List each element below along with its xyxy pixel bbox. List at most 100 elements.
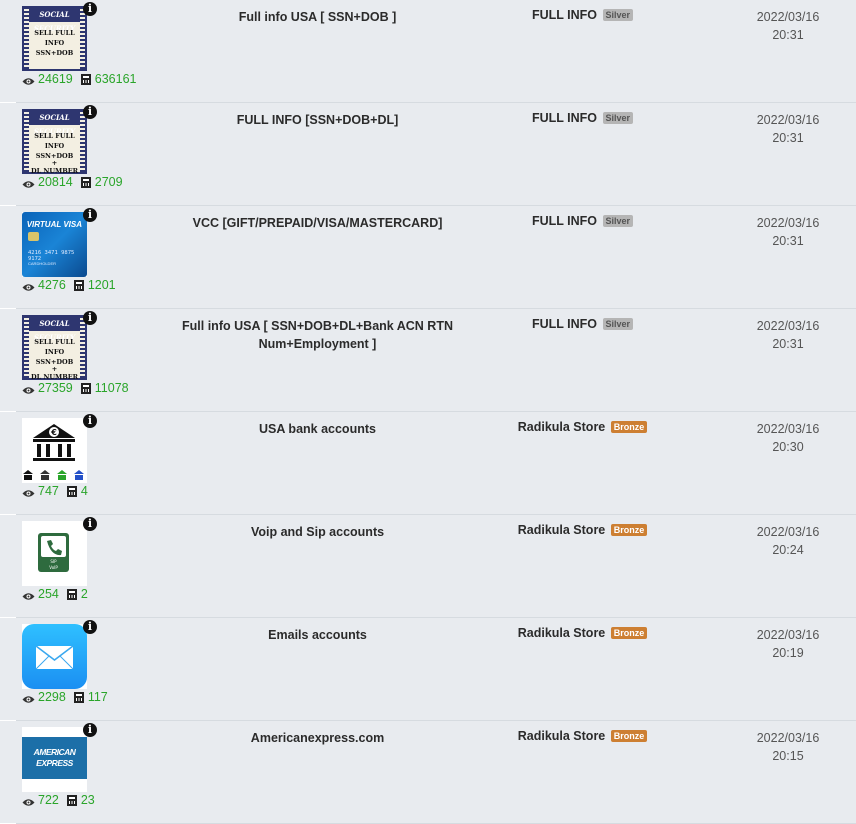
listing-date-time: 20:19: [772, 646, 804, 660]
product-thumbnail[interactable]: SIP VoIP: [22, 521, 87, 586]
svg-text:SIP: SIP: [50, 559, 57, 564]
seller-level-badge: Silver: [602, 318, 634, 330]
listing-date-time: 20:31: [772, 28, 804, 42]
seller-level-badge: Silver: [602, 112, 634, 124]
product-thumbnail[interactable]: AMERICAN EXPRESS: [22, 727, 87, 792]
listing-date-day: 2022/03/16: [756, 113, 820, 127]
card-header: SOCIAL SECURITY: [24, 317, 85, 342]
product-row[interactable]: € i 747 4 USA bank accounts Radikula Sto…: [0, 412, 856, 515]
product-title[interactable]: Full info USA [ SSN+DOB+DL+Bank ACN RTN …: [180, 317, 455, 353]
product-title[interactable]: Full info USA [ SSN+DOB ]: [180, 8, 455, 26]
chip-icon: [28, 232, 39, 241]
product-stats: 2298 117: [22, 690, 108, 704]
product-thumbnail[interactable]: SOCIAL SECURITY SELL FULL INFO SSN+DOB +…: [22, 109, 87, 174]
view-count: 20814: [38, 175, 73, 189]
info-icon[interactable]: i: [83, 311, 97, 325]
stock-count: 2709: [94, 175, 123, 189]
calculator-icon: [80, 176, 91, 188]
product-title[interactable]: Emails accounts: [180, 626, 455, 644]
product-stats: 747 4: [22, 484, 88, 498]
seller-name[interactable]: FULL INFO: [532, 8, 597, 22]
product-title[interactable]: Voip and Sip accounts: [180, 523, 455, 541]
product-title[interactable]: USA bank accounts: [180, 420, 455, 438]
bank-icon: €: [22, 418, 87, 483]
product-title[interactable]: Americanexpress.com: [180, 729, 455, 747]
product-thumbnail[interactable]: [22, 624, 87, 689]
product-thumbnail[interactable]: €: [22, 418, 87, 483]
listing-date-time: 20:30: [772, 440, 804, 454]
listing-date-day: 2022/03/16: [756, 422, 820, 436]
product-row[interactable]: SOCIAL SECURITY SELL FULL INFO SSN+DOB +…: [0, 103, 856, 206]
seller-name[interactable]: FULL INFO: [532, 317, 597, 331]
seller-info: FULL INFO Silver: [470, 8, 695, 22]
listing-date-day: 2022/03/16: [756, 731, 820, 745]
product-title[interactable]: FULL INFO [SSN+DOB+DL]: [180, 111, 455, 129]
product-thumbnail[interactable]: SOCIAL SECURITY SELL FULL INFO SSN+DOB +…: [22, 315, 87, 380]
seller-name[interactable]: FULL INFO: [532, 111, 597, 125]
social-security-card-image: SOCIAL SECURITY SELL FULL INFO SSN+DOB +…: [22, 315, 87, 380]
seller-level-badge: Bronze: [610, 627, 648, 639]
seller-info: FULL INFO Silver: [470, 317, 695, 331]
product-row[interactable]: SOCIAL SECURITY SELL FULL INFO SSN+DOB i…: [0, 0, 856, 103]
view-count: 27359: [38, 381, 73, 395]
product-title[interactable]: VCC [GIFT/PREPAID/VISA/MASTERCARD]: [180, 214, 455, 232]
voip-phone-icon: SIP VoIP: [22, 521, 87, 586]
card-text: SELL FULL INFO SSN+DOB + DL NUMBER: [30, 132, 79, 174]
american-express-logo: AMERICAN EXPRESS: [22, 727, 87, 792]
calculator-icon: [73, 279, 84, 291]
listing-date-time: 20:15: [772, 749, 804, 763]
eye-icon: [22, 75, 35, 85]
calculator-icon: [73, 691, 84, 703]
seller-level-badge: Bronze: [610, 730, 648, 742]
seller-level-badge: Bronze: [610, 524, 648, 536]
listing-date-time: 20:24: [772, 543, 804, 557]
product-thumbnail[interactable]: SOCIAL SECURITY SELL FULL INFO SSN+DOB: [22, 6, 87, 71]
seller-name[interactable]: Radikula Store: [518, 626, 606, 640]
info-icon[interactable]: i: [83, 105, 97, 119]
eye-icon: [22, 281, 35, 291]
calculator-icon: [66, 485, 77, 497]
listing-date-day: 2022/03/16: [756, 628, 820, 642]
product-row[interactable]: i 2298 117 Emails accounts Radikula Stor…: [0, 618, 856, 721]
product-row[interactable]: VIRTUAL VISA 4216 3471 9875 9172 CARDHOL…: [0, 206, 856, 309]
eye-icon: [22, 796, 35, 806]
card-header: SOCIAL SECURITY: [24, 8, 85, 33]
eye-icon: [22, 487, 35, 497]
listing-date: 2022/03/16 20:31: [738, 214, 838, 250]
product-row[interactable]: SIP VoIP i 254 2 Voip and Sip accounts R…: [0, 515, 856, 618]
product-stats: 27359 11078: [22, 381, 129, 395]
product-thumbnail[interactable]: VIRTUAL VISA 4216 3471 9875 9172 CARDHOL…: [22, 212, 87, 277]
view-count: 2298: [38, 690, 66, 704]
social-security-card-image: SOCIAL SECURITY SELL FULL INFO SSN+DOB +…: [22, 109, 87, 174]
product-list: SOCIAL SECURITY SELL FULL INFO SSN+DOB i…: [0, 0, 856, 824]
listing-date: 2022/03/16 20:31: [738, 317, 838, 353]
seller-name[interactable]: Radikula Store: [518, 523, 606, 537]
info-icon[interactable]: i: [83, 208, 97, 222]
listing-date-day: 2022/03/16: [756, 216, 820, 230]
info-icon[interactable]: i: [83, 2, 97, 16]
seller-name[interactable]: Radikula Store: [518, 420, 606, 434]
card-header: SOCIAL SECURITY: [24, 111, 85, 136]
mail-envelope-icon: [22, 624, 87, 689]
view-count: 722: [38, 793, 59, 807]
listing-date: 2022/03/16 20:24: [738, 523, 838, 559]
info-icon[interactable]: i: [83, 723, 97, 737]
product-stats: 20814 2709: [22, 175, 123, 189]
listing-date: 2022/03/16 20:30: [738, 420, 838, 456]
seller-name[interactable]: Radikula Store: [518, 729, 606, 743]
info-icon[interactable]: i: [83, 414, 97, 428]
product-stats: 722 23: [22, 793, 95, 807]
stock-count: 1201: [87, 278, 116, 292]
view-count: 4276: [38, 278, 66, 292]
listing-date: 2022/03/16 20:31: [738, 8, 838, 44]
product-row[interactable]: AMERICAN EXPRESS i 722 23 Americanexpres…: [0, 721, 856, 824]
listing-date-day: 2022/03/16: [756, 10, 820, 24]
info-icon[interactable]: i: [83, 517, 97, 531]
seller-info: Radikula Store Bronze: [470, 420, 695, 434]
listing-date: 2022/03/16 20:19: [738, 626, 838, 662]
info-icon[interactable]: i: [83, 620, 97, 634]
stock-count: 117: [87, 690, 108, 704]
product-row[interactable]: SOCIAL SECURITY SELL FULL INFO SSN+DOB +…: [0, 309, 856, 412]
view-count: 254: [38, 587, 59, 601]
seller-name[interactable]: FULL INFO: [532, 214, 597, 228]
